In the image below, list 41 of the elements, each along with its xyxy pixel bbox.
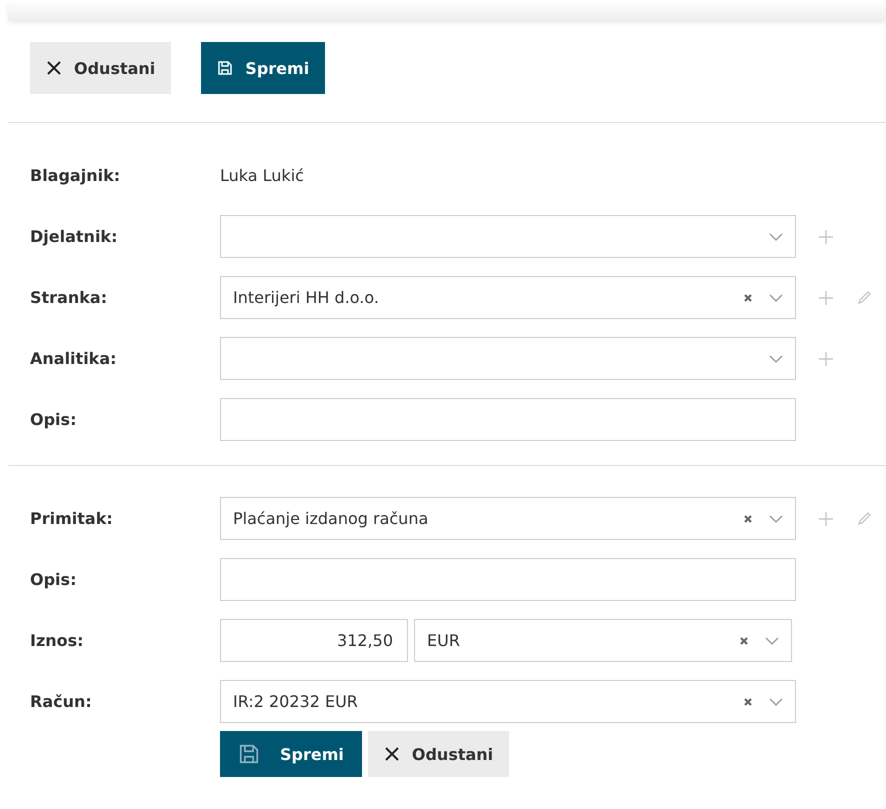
clear-icon[interactable] xyxy=(739,636,749,646)
save-button[interactable]: Spremi xyxy=(220,731,362,777)
plus-icon[interactable] xyxy=(818,228,834,244)
pencil-icon[interactable] xyxy=(856,290,872,306)
dropdown-field[interactable]: IR:2 20232 EUR xyxy=(220,680,796,723)
clear-icon[interactable] xyxy=(743,696,753,706)
field-label: Račun: xyxy=(30,692,93,711)
dropdown-field[interactable] xyxy=(220,337,796,380)
plus-icon[interactable] xyxy=(818,350,834,366)
chevron-down-icon[interactable] xyxy=(769,294,783,302)
plus-icon[interactable] xyxy=(818,510,834,526)
input-field[interactable] xyxy=(220,398,796,441)
amount-field[interactable]: 312,50 xyxy=(220,619,408,662)
dropdown-field[interactable]: Plaćanje izdanog računa xyxy=(220,497,796,540)
save-button[interactable]: Spremi xyxy=(201,42,326,94)
dropdown-field[interactable]: Interijeri HH d.o.o. xyxy=(220,276,796,319)
chevron-down-icon[interactable] xyxy=(769,514,783,522)
field-label: Djelatnik: xyxy=(30,227,118,246)
cancel-button[interactable]: Odustani xyxy=(368,731,510,777)
chevron-down-icon[interactable] xyxy=(769,698,783,706)
input-field[interactable] xyxy=(220,558,796,601)
chevron-down-icon[interactable] xyxy=(765,636,779,644)
chevron-down-icon[interactable] xyxy=(769,354,783,362)
close-icon xyxy=(384,746,400,762)
currency-dropdown[interactable]: EUR xyxy=(414,619,792,662)
field-label: Opis: xyxy=(30,570,78,589)
field-label: Primitak: xyxy=(30,509,114,528)
field-value: Luka Lukić xyxy=(220,166,304,185)
field-label: Opis: xyxy=(30,410,78,429)
pencil-icon[interactable] xyxy=(856,510,872,526)
clear-icon[interactable] xyxy=(743,514,753,524)
field-label: Stranka: xyxy=(30,288,108,307)
close-icon xyxy=(46,60,62,76)
cancel-button[interactable]: Odustani xyxy=(30,42,172,94)
field-label: Blagajnik: xyxy=(30,166,122,185)
plus-icon[interactable] xyxy=(818,290,834,306)
dropdown-field[interactable] xyxy=(220,215,796,258)
field-label: Iznos: xyxy=(30,631,85,650)
field-label: Analitika: xyxy=(30,349,118,368)
chevron-down-icon[interactable] xyxy=(769,232,783,240)
clear-icon[interactable] xyxy=(743,292,753,302)
